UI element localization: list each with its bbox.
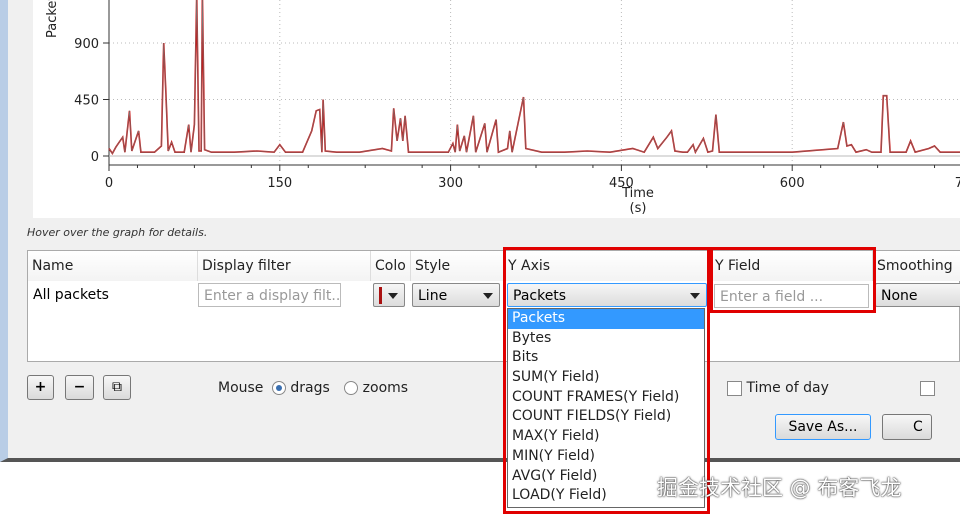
status-hint: Hover over the graph for details. — [27, 226, 208, 239]
series-line-all-packets — [108, 0, 960, 156]
style-select[interactable]: Line — [412, 283, 500, 307]
watermark: 掘金技术社区 @ 布客飞龙 — [657, 476, 902, 500]
y-tick-label: 450 — [74, 94, 99, 109]
y-tick-label: 900 — [74, 37, 99, 52]
zooms-label[interactable]: zooms — [363, 380, 408, 396]
time-of-day-label[interactable]: Time of day — [746, 380, 828, 396]
save-as-button[interactable]: Save As... — [775, 414, 871, 440]
header-display-filter[interactable]: Display filter — [198, 251, 371, 281]
header-color[interactable]: Colo — [371, 251, 411, 281]
add-graph-button[interactable]: + — [27, 375, 54, 400]
x-tick-label: 0 — [105, 176, 113, 191]
y-tick-label: 0 — [91, 150, 99, 165]
y-axis-label: Packets — [45, 0, 60, 38]
time-of-day-checkbox[interactable] — [727, 380, 742, 396]
drags-radio[interactable] — [271, 381, 286, 395]
color-swatch — [379, 287, 382, 304]
header-smoothing[interactable]: Smoothing — [873, 251, 960, 281]
remove-graph-button[interactable]: − — [65, 375, 94, 400]
zooms-radio[interactable] — [344, 381, 359, 395]
x-tick-label: 150 — [267, 176, 292, 191]
header-style[interactable]: Style — [411, 251, 504, 281]
series-line-overlay — [108, 0, 960, 155]
copy-graph-button[interactable]: ⧉ — [103, 375, 131, 400]
close-button[interactable]: C — [882, 414, 932, 440]
mouse-label: Mouse — [218, 380, 264, 396]
smoothing-select[interactable]: None — [875, 283, 960, 307]
display-filter-input[interactable]: Enter a display filt... — [198, 283, 341, 307]
x-tick-label: 600 — [780, 176, 805, 191]
graph-area[interactable]: 0150300450600750450900 Time (s) Packets — [33, 0, 960, 218]
style-value: Line — [418, 288, 448, 304]
row-name[interactable]: All packets — [30, 283, 180, 307]
checkbox[interactable] — [920, 381, 935, 396]
time-of-day-option[interactable]: Time of day — [727, 380, 829, 396]
x-tick-label: 300 — [438, 176, 463, 191]
color-picker[interactable] — [373, 283, 405, 307]
highlight-y-field — [710, 247, 876, 313]
mouse-mode-group: Mouse drags zooms — [218, 380, 408, 396]
chevron-down-icon — [388, 293, 398, 299]
x-axis-label: Time (s) — [622, 186, 654, 216]
io-graph-chart[interactable]: 0150300450600750450900 — [33, 0, 960, 218]
drags-label[interactable]: drags — [290, 380, 329, 396]
x-tick-label: 75 — [955, 176, 960, 191]
chevron-down-icon — [483, 293, 493, 299]
header-name[interactable]: Name — [28, 251, 198, 281]
